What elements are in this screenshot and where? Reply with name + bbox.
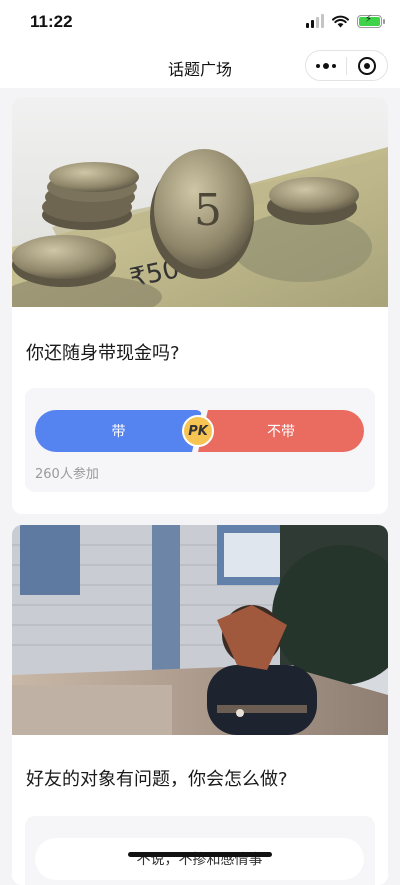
topic-question: 好友的对象有问题，你会怎么做? — [26, 769, 288, 790]
signal-icon — [306, 14, 324, 28]
pk-badge: PK — [182, 415, 214, 447]
status-bar: 11:22 ⚡ — [0, 0, 400, 46]
nav-bar: 话题广场 — [0, 46, 400, 88]
vote-option-b-button[interactable]: 不带 — [198, 410, 364, 452]
status-icons: ⚡ — [306, 14, 385, 28]
topic-image-cash: ₹500 5 — [12, 97, 388, 307]
vote-option-a-button[interactable]: 带 — [35, 410, 202, 452]
pk-vote-row: 带 不带 PK — [35, 410, 364, 452]
participant-count: 260人参加 — [35, 467, 99, 482]
topic-card[interactable]: ₹500 5 你还随身带现金吗? 带 不带 PK 260人参加 — [12, 97, 388, 514]
home-indicator — [128, 852, 272, 857]
vote-option-a-button[interactable]: 不说，不掺和感情事 — [35, 838, 364, 880]
pk-panel: 带 不带 PK 260人参加 — [25, 388, 375, 492]
wifi-icon — [332, 15, 349, 27]
more-icon[interactable] — [306, 51, 346, 80]
topic-card[interactable]: 好友的对象有问题，你会怎么做? 不说，不掺和感情事 — [12, 525, 388, 885]
target-icon[interactable] — [347, 51, 387, 80]
topic-image-child — [12, 525, 388, 735]
status-time: 11:22 — [30, 12, 73, 31]
battery-icon: ⚡ — [357, 14, 385, 28]
topic-question: 你还随身带现金吗? — [26, 343, 180, 364]
mini-program-capsule — [305, 50, 388, 81]
option-panel: 不说，不掺和感情事 — [25, 816, 375, 885]
svg-text:5: 5 — [194, 185, 222, 236]
